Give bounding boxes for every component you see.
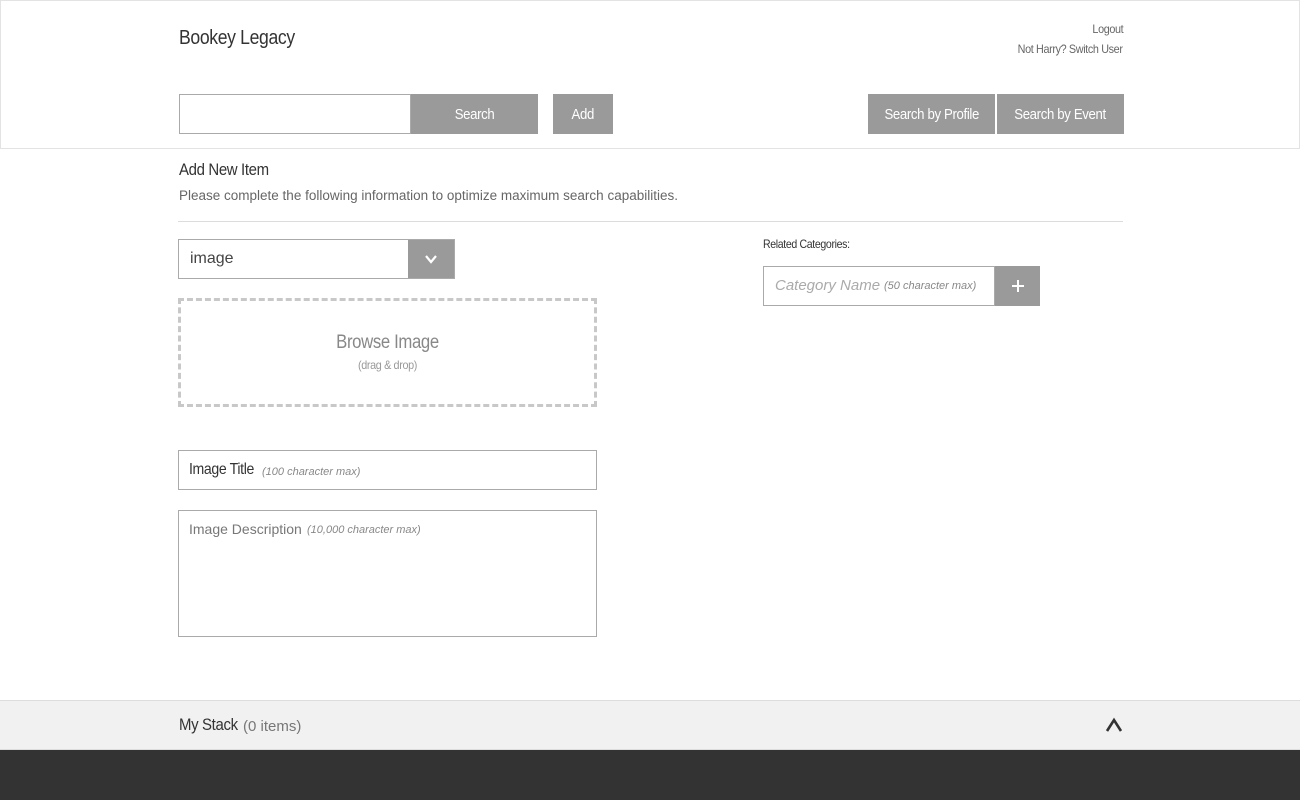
image-title-hint: (100 character max) <box>262 466 361 478</box>
logout-link[interactable]: Logout <box>1092 22 1123 36</box>
footer <box>0 750 1300 800</box>
chevron-down-icon[interactable] <box>408 240 454 278</box>
my-stack-count: (0 items) <box>243 718 302 735</box>
item-type-selected-value: image <box>190 250 234 267</box>
my-stack-title: My Stack <box>179 715 238 734</box>
drag-drop-hint: (drag & drop) <box>358 358 417 372</box>
add-button[interactable]: Add <box>553 94 613 134</box>
image-description-field[interactable]: Image Description (10,000 character max) <box>178 510 597 637</box>
search-by-profile-label: Search by Profile <box>884 105 979 123</box>
chevron-up-icon[interactable] <box>1104 715 1124 735</box>
search-toolbar: Search Add Search by Profile Search by E… <box>0 79 1300 149</box>
image-description-label: Image Description <box>189 521 302 537</box>
image-description-hint: (10,000 character max) <box>307 524 421 536</box>
search-button-label: Search <box>454 105 495 123</box>
divider <box>178 221 1123 222</box>
search-by-profile-button[interactable]: Search by Profile <box>868 94 995 134</box>
search-input[interactable] <box>179 94 411 134</box>
search-by-event-button[interactable]: Search by Event <box>997 94 1124 134</box>
image-dropzone[interactable]: Browse Image (drag & drop) <box>178 298 597 407</box>
header: Bookey Legacy Logout Not Harry? Switch U… <box>0 0 1300 80</box>
my-stack-bar[interactable]: My Stack (0 items) <box>0 700 1300 750</box>
switch-user-link[interactable]: Not Harry? Switch User <box>1018 42 1123 56</box>
image-title-field[interactable]: Image Title (100 character max) <box>178 450 597 490</box>
brand-title[interactable]: Bookey Legacy <box>179 27 295 50</box>
category-name-placeholder: Category Name <box>775 277 881 294</box>
search-by-event-label: Search by Event <box>1014 105 1107 123</box>
category-name-input[interactable]: Category Name (50 character max) <box>763 266 995 306</box>
add-button-label: Add <box>571 105 595 123</box>
browse-image-label: Browse Image <box>336 332 439 353</box>
related-categories-label: Related Categories: <box>763 237 850 251</box>
plus-icon <box>1011 280 1024 292</box>
image-title-label: Image Title <box>189 461 254 478</box>
item-type-select[interactable]: image <box>178 239 455 279</box>
category-name-hint: (50 character max) <box>884 280 977 292</box>
search-button[interactable]: Search <box>411 94 538 134</box>
add-category-button[interactable] <box>995 266 1040 306</box>
page-subtitle: Please complete the following informatio… <box>179 188 678 203</box>
page-title: Add New Item <box>179 160 269 179</box>
